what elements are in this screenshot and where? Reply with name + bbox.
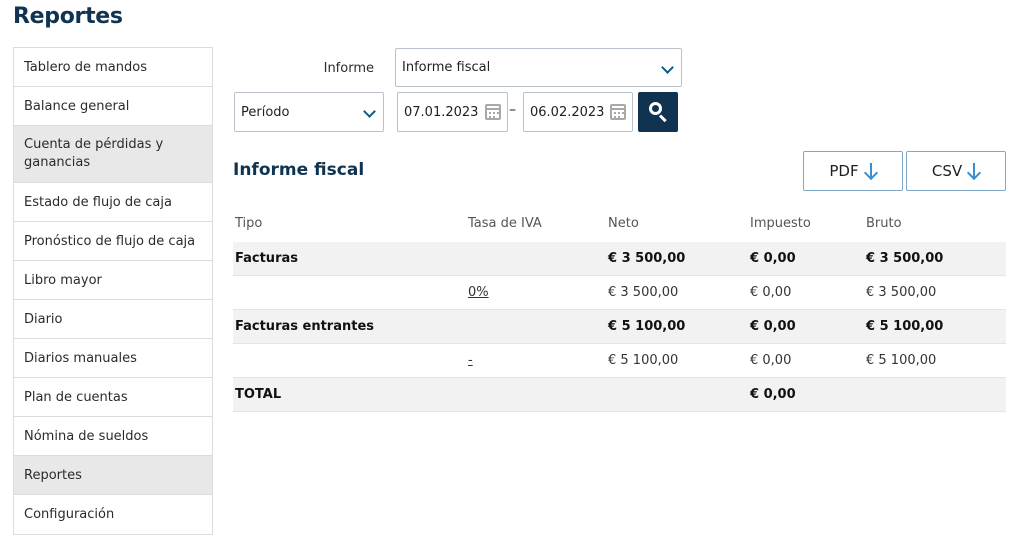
sidebar-item-configuracion[interactable]: Configuración (14, 495, 212, 534)
sidebar-item-libro-mayor[interactable]: Libro mayor (14, 261, 212, 300)
column-header-bruto: Bruto (866, 215, 902, 231)
tasa-link[interactable]: - (468, 344, 473, 377)
cell-neto: € 3 500,00 (608, 251, 686, 266)
sidebar: Tablero de mandos Balance general Cuenta… (13, 47, 213, 535)
pdf-button-label: PDF (829, 162, 859, 180)
date-separator: – (509, 102, 516, 118)
sidebar-item-nomina-de-sueldos[interactable]: Nómina de sueldos (14, 417, 212, 456)
cell-bruto: € 5 100,00 (866, 319, 944, 334)
search-icon (649, 102, 662, 115)
sidebar-item-perdidas-y-ganancias[interactable]: Cuenta de pérdidas y ganancias (14, 126, 212, 183)
informe-label: Informe (323, 61, 374, 76)
date-to-input[interactable]: 06.02.2023 (523, 92, 633, 132)
cell-neto: € 5 100,00 (608, 319, 686, 334)
sidebar-item-reportes[interactable]: Reportes (14, 456, 212, 495)
sidebar-item-tablero-de-mandos[interactable]: Tablero de mandos (14, 48, 212, 87)
table-row: 0% € 3 500,00 € 0,00 € 3 500,00 (233, 276, 1006, 310)
sidebar-item-diario[interactable]: Diario (14, 300, 212, 339)
arrow-down-icon (968, 163, 980, 179)
periodo-select-value: Período (241, 104, 290, 120)
cell-neto: € 5 100,00 (608, 353, 679, 368)
column-header-neto: Neto (608, 215, 639, 231)
column-header-tasa: Tasa de IVA (468, 215, 542, 231)
cell-bruto: € 3 500,00 (866, 251, 944, 266)
page-title: Reportes (13, 4, 123, 29)
cell-impuesto: € 0,00 (750, 319, 796, 334)
periodo-select[interactable]: Período (234, 92, 384, 132)
cell-impuesto: € 0,00 (750, 353, 792, 368)
pdf-download-button[interactable]: PDF (803, 151, 903, 191)
cell-tipo: TOTAL (235, 387, 282, 402)
cell-tipo: Facturas entrantes (235, 319, 375, 334)
cell-tipo: Facturas (235, 251, 298, 266)
column-header-tipo: Tipo (235, 215, 263, 231)
date-from-value: 07.01.2023 (404, 104, 479, 120)
sidebar-item-diarios-manuales[interactable]: Diarios manuales (14, 339, 212, 378)
column-header-impuesto: Impuesto (750, 215, 811, 231)
sidebar-item-estado-flujo-de-caja[interactable]: Estado de flujo de caja (14, 183, 212, 222)
csv-button-label: CSV (931, 162, 963, 180)
chevron-down-icon (661, 60, 674, 74)
search-button[interactable] (638, 92, 678, 132)
cell-impuesto: € 0,00 (750, 251, 796, 266)
table-row-total: TOTAL € 0,00 (233, 378, 1006, 412)
arrow-down-icon (865, 163, 877, 179)
sidebar-item-plan-de-cuentas[interactable]: Plan de cuentas (14, 378, 212, 417)
cell-impuesto: € 0,00 (750, 387, 796, 402)
table-row: Facturas € 3 500,00 € 0,00 € 3 500,00 (233, 242, 1006, 276)
sidebar-item-balance-general[interactable]: Balance general (14, 87, 212, 126)
informe-select-value: Informe fiscal (402, 60, 491, 75)
cell-bruto: € 3 500,00 (866, 285, 937, 300)
cell-impuesto: € 0,00 (750, 285, 792, 300)
table-header: Tipo Tasa de IVA Neto Impuesto Bruto (233, 204, 1006, 242)
informe-select[interactable]: Informe fiscal (395, 48, 682, 87)
report-title: Informe fiscal (233, 160, 365, 180)
chevron-down-icon (363, 105, 376, 118)
tasa-link[interactable]: 0% (468, 276, 489, 309)
date-from-input[interactable]: 07.01.2023 (397, 92, 508, 132)
table-row: - € 5 100,00 € 0,00 € 5 100,00 (233, 344, 1006, 378)
tax-report-table: Tipo Tasa de IVA Neto Impuesto Bruto Fac… (233, 204, 1006, 412)
table-row: Facturas entrantes € 5 100,00 € 0,00 € 5… (233, 310, 1006, 344)
csv-download-button[interactable]: CSV (906, 151, 1006, 191)
calendar-icon[interactable] (485, 104, 501, 120)
cell-bruto: € 5 100,00 (866, 353, 937, 368)
sidebar-item-pronostico-flujo-de-caja[interactable]: Pronóstico de flujo de caja (14, 222, 212, 261)
calendar-icon[interactable] (610, 104, 626, 120)
cell-neto: € 3 500,00 (608, 285, 679, 300)
date-to-value: 06.02.2023 (530, 104, 605, 120)
